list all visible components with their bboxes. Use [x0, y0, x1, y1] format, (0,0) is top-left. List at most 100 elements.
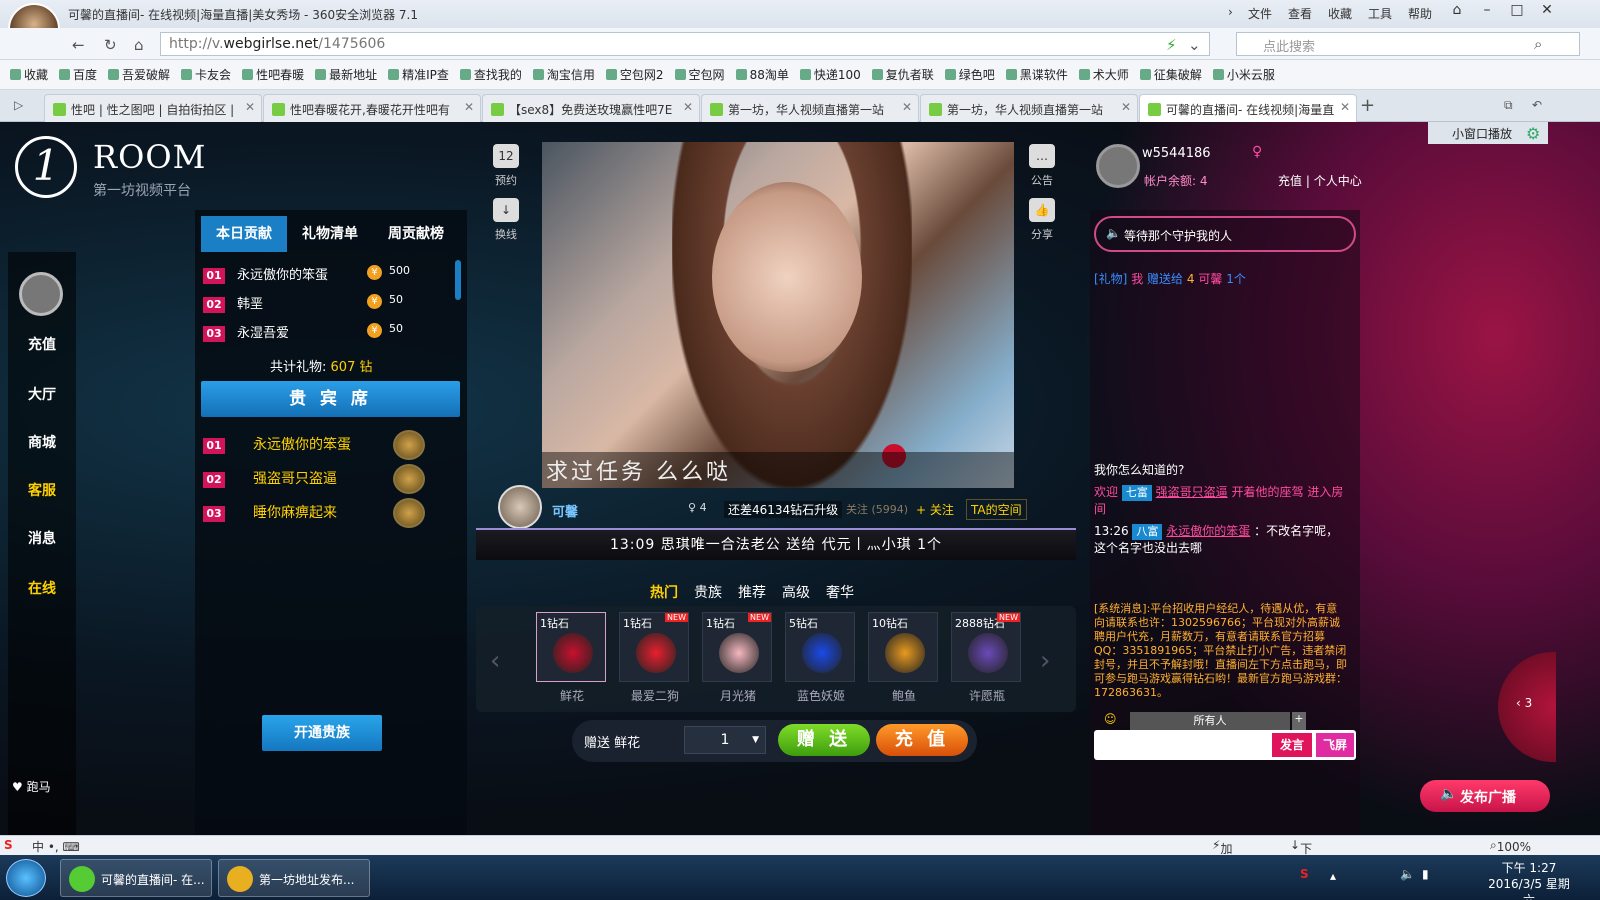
- switch-line-button[interactable]: ↓ 换线: [486, 198, 526, 242]
- avatar[interactable]: [19, 272, 63, 316]
- browser-tab[interactable]: 第一坊，华人视频直播第一站 ✕: [701, 94, 919, 122]
- system-clock[interactable]: 下午 1:27 2016/3/5 星期六: [1484, 860, 1574, 900]
- avatar[interactable]: [1096, 144, 1140, 188]
- network-icon[interactable]: ▮: [1422, 867, 1429, 881]
- browser-tab[interactable]: 性吧 | 性之图吧 | 自拍街拍区 | ✕: [44, 94, 262, 122]
- search-icon[interactable]: ⌕: [1534, 35, 1542, 53]
- chat-input[interactable]: 发言 飞屏: [1094, 730, 1356, 760]
- tab-gift-list[interactable]: 礼物清单: [287, 216, 373, 252]
- ranking-row[interactable]: 02 韩垩 ¥50: [203, 293, 453, 321]
- announcement-button[interactable]: … 公告: [1022, 144, 1062, 188]
- refresh-icon[interactable]: ↻: [104, 36, 117, 54]
- side-panel-toggle[interactable]: ‹ 3: [1498, 652, 1556, 762]
- taskbar-window-browser[interactable]: 可馨的直播间- 在...: [60, 859, 212, 897]
- bookmark-item[interactable]: 小米云服: [1212, 66, 1275, 83]
- bookmark-item[interactable]: 收藏: [10, 66, 48, 83]
- chat-user[interactable]: 强盗哥只盗逼: [1156, 485, 1228, 499]
- bookmark-item[interactable]: 快递100: [799, 66, 861, 83]
- gift-item[interactable]: 1钻石 NEW 最爱二狗: [619, 612, 689, 703]
- emoji-icon[interactable]: ☺: [1104, 712, 1117, 726]
- bookmark-item[interactable]: 空包网: [674, 66, 725, 83]
- gift-tab[interactable]: 推荐: [738, 582, 766, 602]
- host-space-button[interactable]: TA的空间: [966, 499, 1027, 520]
- menu-tools[interactable]: 工具: [1368, 5, 1392, 22]
- nav-item[interactable]: 在线: [8, 578, 76, 598]
- bookmark-item[interactable]: 黑谍软件: [1005, 66, 1068, 83]
- home-icon[interactable]: ⌂: [134, 36, 144, 54]
- maximize-icon[interactable]: □: [1504, 2, 1530, 22]
- scrollbar[interactable]: [455, 260, 461, 300]
- close-tab-icon[interactable]: ✕: [902, 100, 912, 114]
- menu-favorites[interactable]: 收藏: [1328, 5, 1352, 22]
- bookmark-item[interactable]: 卡友会: [181, 66, 231, 83]
- site-logo[interactable]: 1 ROOM 第一坊视频平台: [15, 136, 215, 206]
- vip-row[interactable]: 03 睡你麻痹起来: [203, 498, 463, 530]
- send-message-button[interactable]: 发言: [1272, 733, 1312, 757]
- vip-row[interactable]: 02 强盗哥只盗逼: [203, 464, 463, 496]
- ime-tray-icon[interactable]: S: [1300, 867, 1309, 881]
- browser-tab[interactable]: 性吧春暖花开,春暖花开性吧有 ✕: [263, 94, 481, 122]
- minimize-icon[interactable]: –: [1474, 2, 1500, 22]
- undo-icon[interactable]: ↶: [1532, 98, 1542, 112]
- gift-tab[interactable]: 热门: [650, 582, 678, 602]
- close-tab-icon[interactable]: ✕: [683, 100, 693, 114]
- browser-tab[interactable]: 可馨的直播间- 在线视频|海量直 ✕: [1139, 94, 1357, 122]
- ranking-row[interactable]: 01 永远傲你的笨蛋 ¥500: [203, 264, 453, 292]
- share-button[interactable]: 👍 分享: [1022, 198, 1062, 242]
- gift-item[interactable]: 1钻石 NEW 月光猪: [702, 612, 772, 703]
- speed-icon[interactable]: ⚡: [1166, 36, 1177, 54]
- bookmark-item[interactable]: 最新地址: [315, 66, 377, 83]
- start-button[interactable]: [6, 859, 46, 897]
- host-name[interactable]: 可馨: [552, 501, 578, 520]
- send-gift-button[interactable]: 赠 送: [778, 724, 870, 756]
- chat-user[interactable]: 永远傲你的笨蛋: [1166, 524, 1250, 538]
- recipient-select[interactable]: 所有人: [1130, 712, 1290, 730]
- add-icon[interactable]: +: [1292, 712, 1306, 730]
- menu-file[interactable]: 文件: [1248, 5, 1272, 22]
- zoom-level[interactable]: ⌕ 100%: [1490, 838, 1531, 854]
- back-icon[interactable]: ←: [72, 36, 85, 54]
- tab-weekly-ranking[interactable]: 周贡献榜: [373, 216, 459, 252]
- menu-view[interactable]: 查看: [1288, 5, 1312, 22]
- chevron-left-icon[interactable]: ‹: [490, 646, 500, 676]
- nav-item[interactable]: 大厅: [8, 384, 76, 404]
- close-tab-icon[interactable]: ✕: [245, 100, 255, 114]
- gift-item[interactable]: 2888钻石 NEW 许愿瓶: [951, 612, 1021, 703]
- gift-item[interactable]: 1钻石 鲜花: [536, 612, 606, 703]
- search-input[interactable]: 点此搜索: [1236, 32, 1580, 56]
- quantity-select[interactable]: 1 ▼: [684, 726, 766, 754]
- browser-tab[interactable]: 【sex8】免费送玫瑰赢性吧7E ✕: [482, 94, 700, 122]
- sidebar-toggle-icon[interactable]: ▷: [14, 98, 23, 112]
- bookmark-item[interactable]: 88淘单: [735, 66, 789, 83]
- video-player[interactable]: 求过任务 么么哒: [542, 142, 1014, 488]
- bookmark-item[interactable]: 精准IP查: [388, 66, 449, 83]
- pin-icon[interactable]: ⌂: [1444, 2, 1470, 22]
- broadcast-button[interactable]: 🔈 发布广播: [1420, 780, 1550, 812]
- ranking-row[interactable]: 03 永湿吾爱 ¥50: [203, 322, 453, 350]
- bookmark-item[interactable]: 复仇者联: [871, 66, 934, 83]
- gift-tab[interactable]: 贵族: [694, 582, 722, 602]
- bookmark-item[interactable]: 百度: [59, 66, 97, 83]
- download-button[interactable]: ↓ 下载: [1290, 838, 1312, 873]
- bookmark-item[interactable]: 性吧春暖: [242, 66, 304, 83]
- bookmark-item[interactable]: 绿色吧: [944, 66, 995, 83]
- chevron-right-icon[interactable]: ›: [1228, 5, 1233, 19]
- accelerator-button[interactable]: ⚡ 加速器: [1212, 838, 1232, 890]
- gift-item[interactable]: 5钻石 蓝色妖姬: [785, 612, 855, 703]
- menu-help[interactable]: 帮助: [1408, 5, 1432, 22]
- bookmark-item[interactable]: 空包网2: [605, 66, 664, 83]
- fly-screen-button[interactable]: 飞屏: [1316, 733, 1354, 757]
- open-noble-button[interactable]: 开通贵族: [262, 715, 382, 751]
- chevron-right-icon[interactable]: ›: [1040, 646, 1050, 676]
- tray-expand-icon[interactable]: ▴: [1330, 869, 1336, 883]
- bookmark-item[interactable]: 征集破解: [1139, 66, 1202, 83]
- ime-chinese-icon[interactable]: 中 •, ⌨: [32, 838, 80, 855]
- close-tab-icon[interactable]: ✕: [1121, 100, 1131, 114]
- close-tab-icon[interactable]: ✕: [1340, 100, 1350, 114]
- nav-item[interactable]: 充值: [8, 334, 76, 354]
- bookmark-item[interactable]: 查找我的: [459, 66, 522, 83]
- browser-tab[interactable]: 第一坊，华人视频直播第一站 ✕: [920, 94, 1138, 122]
- gift-tab[interactable]: 高级: [782, 582, 810, 602]
- new-tab-icon[interactable]: +: [1360, 95, 1375, 116]
- vip-row[interactable]: 01 永远傲你的笨蛋: [203, 430, 463, 462]
